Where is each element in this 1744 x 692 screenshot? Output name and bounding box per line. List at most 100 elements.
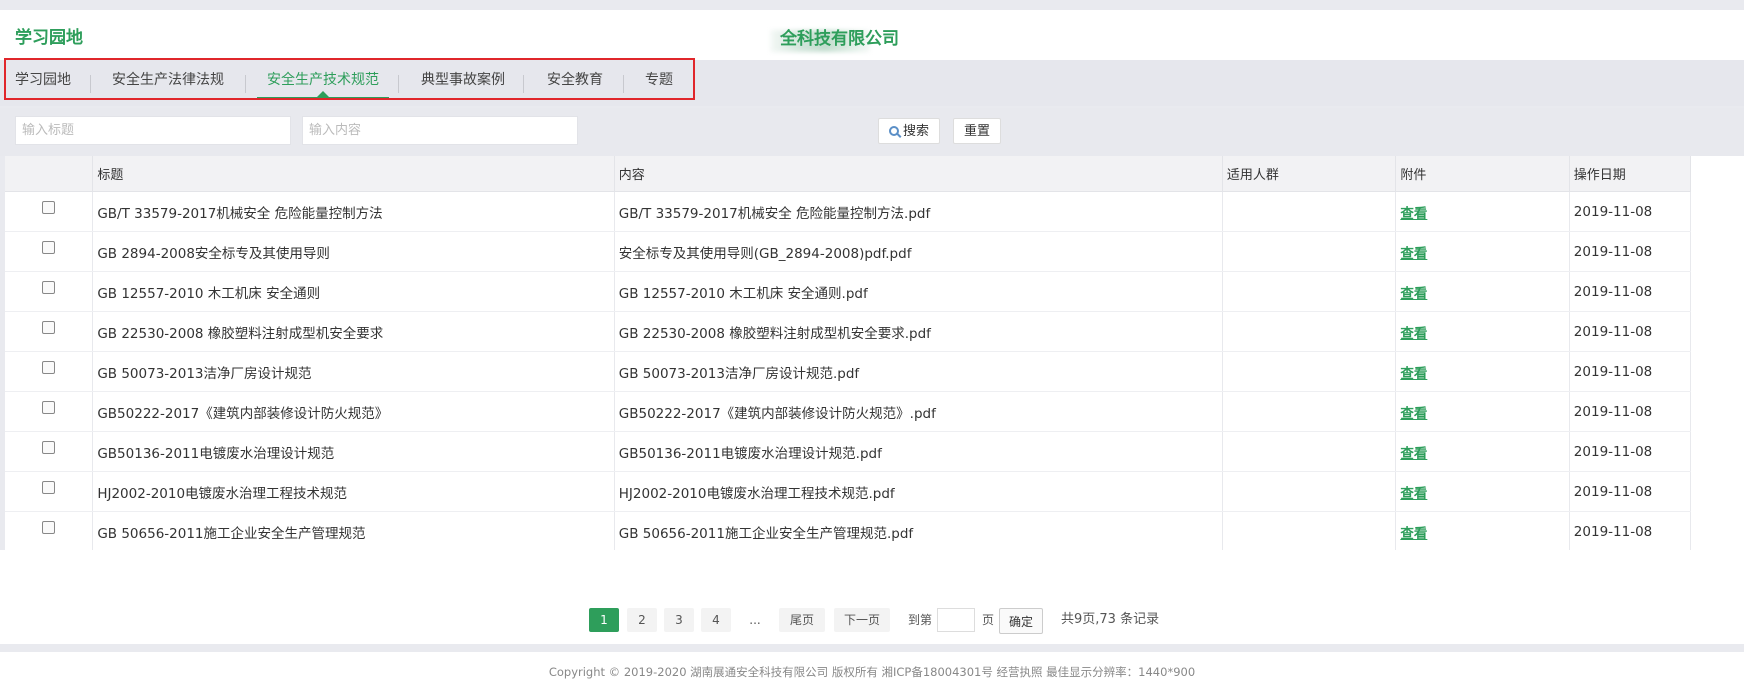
row-title: GB 2894-2008安全标专及其使用导则 [92,231,615,272]
row-checkbox-cell [5,271,94,312]
row-checkbox[interactable] [42,321,56,334]
view-attachment-link[interactable]: 查看 [1400,286,1427,302]
row-checkbox[interactable] [42,481,56,494]
table-row[interactable]: GB 50073-2013洁净厂房设计规范 GB 50073-2013洁净厂房设… [5,351,1692,392]
next-page-button[interactable]: 下一页 [834,608,890,632]
row-audience [1222,351,1397,392]
row-title: GB 50073-2013洁净厂房设计规范 [92,351,615,392]
row-audience [1222,231,1397,272]
row-checkbox-cell [5,391,94,432]
row-audience [1222,391,1397,432]
table-row[interactable]: GB50136-2011电镀废水治理设计规范 GB50136-2011电镀废水治… [5,431,1692,472]
row-date: 2019-11-08 [1569,231,1692,272]
title-search-input[interactable] [15,116,291,145]
page-1-button[interactable]: 1 [589,608,619,632]
header-title[interactable]: 标题 [92,156,615,192]
row-audience [1222,471,1397,512]
view-attachment-link[interactable]: 查看 [1400,446,1427,462]
row-title: GB/T 33579-2017机械安全 危险能量控制方法 [92,191,615,232]
view-attachment-link[interactable]: 查看 [1400,246,1427,262]
row-audience [1222,431,1397,472]
row-checkbox[interactable] [42,401,56,414]
table-row[interactable]: HJ2002-2010电镀废水治理工程技术规范 HJ2002-2010电镀废水治… [5,471,1692,512]
row-date: 2019-11-08 [1569,391,1692,432]
row-attachment-cell: 查看 [1395,191,1570,232]
nav-highlight-box [4,58,695,100]
reset-button[interactable]: 重置 [953,118,1002,144]
row-checkbox-cell [5,231,94,272]
table-row[interactable]: GB 50656-2011施工企业安全生产管理规范 GB 50656-2011施… [5,511,1692,552]
row-title: GB50222-2017《建筑内部装修设计防火规范》 [92,391,615,432]
view-attachment-link[interactable]: 查看 [1400,486,1427,502]
view-attachment-link[interactable]: 查看 [1400,406,1427,422]
row-date: 2019-11-08 [1569,351,1692,392]
row-checkbox-cell [5,431,94,472]
row-content: 安全标专及其使用导则(GB_2894-2008)pdf.pdf [614,231,1223,272]
row-checkbox[interactable] [42,201,56,214]
header-date[interactable]: 操作日期 [1569,156,1692,192]
content-search-input[interactable] [302,116,578,145]
row-date: 2019-11-08 [1569,191,1692,232]
page-3-button[interactable]: 3 [664,608,694,632]
view-attachment-link[interactable]: 查看 [1400,526,1427,542]
row-content: GB50222-2017《建筑内部装修设计防火规范》.pdf [614,391,1223,432]
page-ellipsis: ... [749,613,761,627]
table-header-row: 标题 内容 适用人群 附件 操作日期 [5,156,1692,192]
row-checkbox-cell [5,191,94,232]
search-icon [889,126,899,136]
pagination: 1 2 3 4 ... 尾页 下一页 到第 页 确定 共9页,73 条记录 [0,550,1744,644]
goto-label: 到第 [908,613,933,627]
row-title: GB 50656-2011施工企业安全生产管理规范 [92,511,615,552]
row-date: 2019-11-08 [1569,471,1692,512]
search-button[interactable]: 搜索 [878,118,941,144]
row-checkbox-cell [5,511,94,552]
row-content: GB/T 33579-2017机械安全 危险能量控制方法.pdf [614,191,1223,232]
header: 学习园地 全科技有限公司 [0,10,1744,60]
row-title: GB 12557-2010 木工机床 安全通则 [92,271,615,312]
page-4-button[interactable]: 4 [701,608,731,632]
row-attachment-cell: 查看 [1395,311,1570,352]
table-row[interactable]: GB 12557-2010 木工机床 安全通则 GB 12557-2010 木工… [5,271,1692,312]
goto-confirm-button[interactable]: 确定 [999,608,1043,634]
last-page-button[interactable]: 尾页 [779,608,825,632]
row-title: GB50136-2011电镀废水治理设计规范 [92,431,615,472]
row-attachment-cell: 查看 [1395,231,1570,272]
row-content: GB 50656-2011施工企业安全生产管理规范.pdf [614,511,1223,552]
row-attachment-cell: 查看 [1395,471,1570,512]
row-checkbox-cell [5,351,94,392]
row-date: 2019-11-08 [1569,511,1692,552]
page-2-button[interactable]: 2 [627,608,657,632]
row-title: HJ2002-2010电镀废水治理工程技术规范 [92,471,615,512]
row-checkbox-cell [5,471,94,512]
table-row[interactable]: GB50222-2017《建筑内部装修设计防火规范》 GB50222-2017《… [5,391,1692,432]
row-attachment-cell: 查看 [1395,271,1570,312]
header-attachment[interactable]: 附件 [1395,156,1570,192]
row-title: GB 22530-2008 橡胶塑料注射成型机安全要求 [92,311,615,352]
row-content: GB 22530-2008 橡胶塑料注射成型机安全要求.pdf [614,311,1223,352]
header-content[interactable]: 内容 [614,156,1223,192]
row-content: GB50136-2011电镀废水治理设计规范.pdf [614,431,1223,472]
row-checkbox[interactable] [42,361,56,374]
row-checkbox-cell [5,311,94,352]
header-audience[interactable]: 适用人群 [1222,156,1397,192]
brand-title: 学习园地 [15,28,83,48]
row-audience [1222,271,1397,312]
row-date: 2019-11-08 [1569,431,1692,472]
row-checkbox[interactable] [42,441,56,454]
table-row[interactable]: GB/T 33579-2017机械安全 危险能量控制方法 GB/T 33579-… [5,191,1692,232]
goto-page-input[interactable] [937,608,975,632]
company-name: 全科技有限公司 [780,29,899,49]
row-checkbox[interactable] [42,521,56,534]
search-button-label: 搜索 [903,124,930,139]
data-table-container: 标题 内容 适用人群 附件 操作日期 GB/T 33579-2017机械安全 危… [5,156,1744,552]
table-row[interactable]: GB 2894-2008安全标专及其使用导则 安全标专及其使用导则(GB_289… [5,231,1692,272]
table-row[interactable]: GB 22530-2008 橡胶塑料注射成型机安全要求 GB 22530-200… [5,311,1692,352]
row-checkbox[interactable] [42,241,56,254]
row-audience [1222,311,1397,352]
view-attachment-link[interactable]: 查看 [1400,206,1427,222]
view-attachment-link[interactable]: 查看 [1400,326,1427,342]
view-attachment-link[interactable]: 查看 [1400,366,1427,382]
search-bar: 搜索 重置 [0,108,1744,156]
row-checkbox[interactable] [42,281,56,294]
row-content: HJ2002-2010电镀废水治理工程技术规范.pdf [614,471,1223,512]
